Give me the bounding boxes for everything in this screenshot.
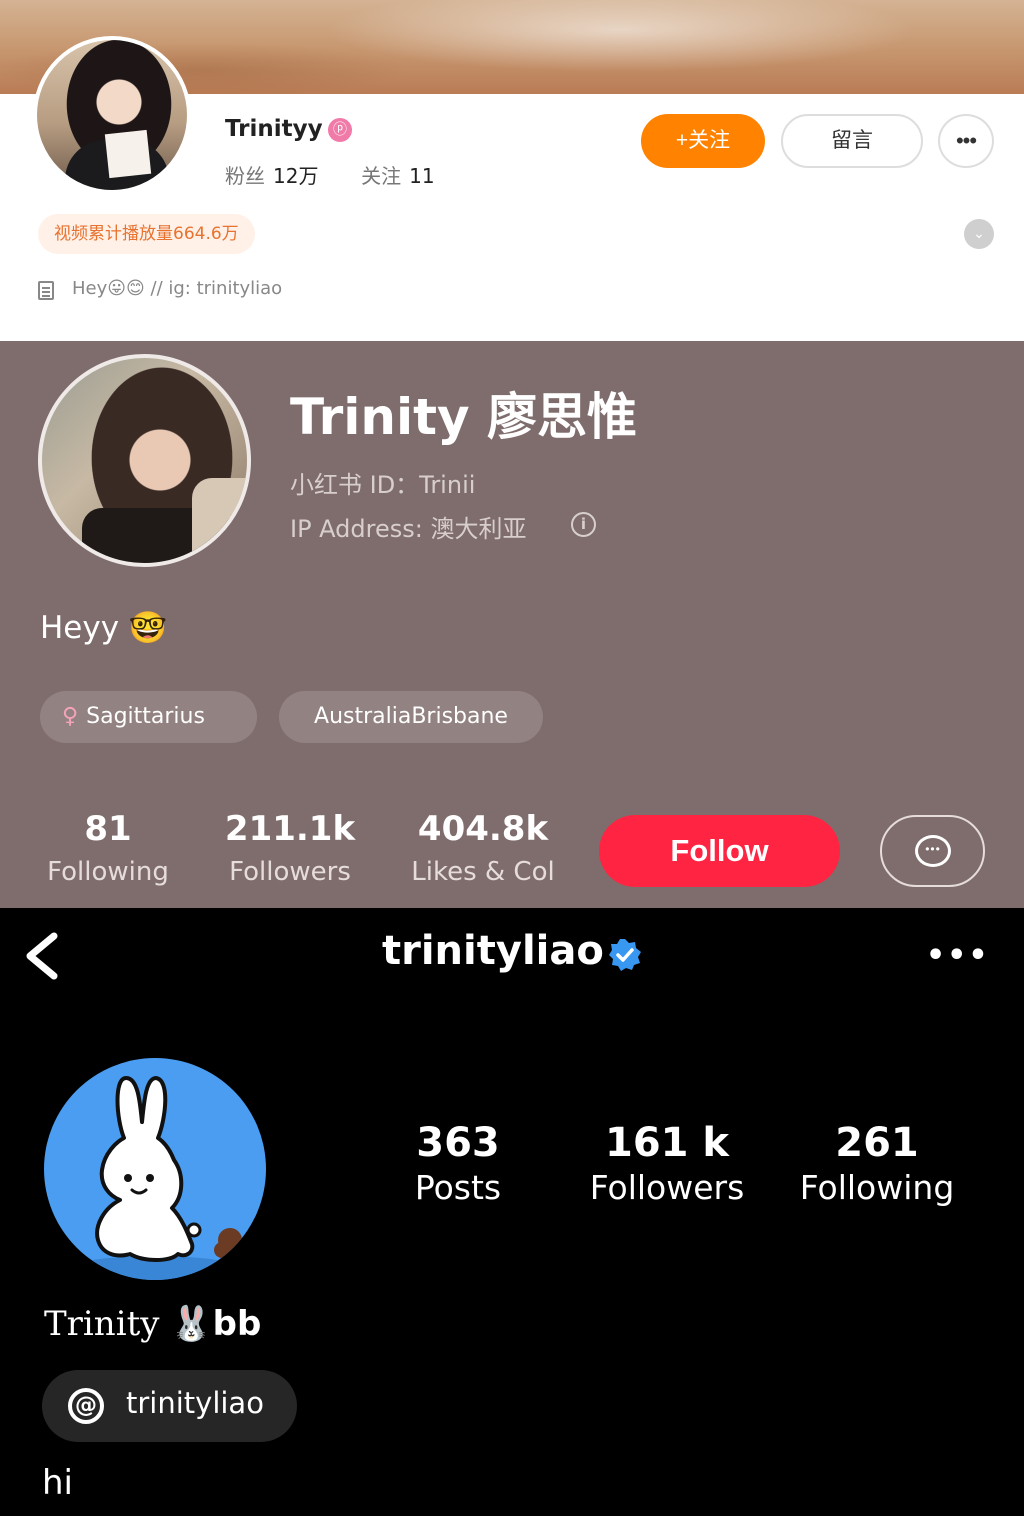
stat-label: Posts (414, 1168, 502, 1207)
document-icon (38, 281, 54, 300)
xhs-display-name: Trinity 廖思惟 (290, 388, 638, 446)
stat-value: 404.8k (417, 809, 549, 849)
tag-zodiac: ♀ Sagittarius (40, 691, 257, 743)
instagram-username: trinityliao (382, 928, 604, 974)
female-icon: ♀ (62, 704, 79, 729)
vip-badge-icon[interactable]: ⓟ (328, 118, 352, 142)
following-label: 关注 (361, 164, 402, 188)
stat-value: 81 (84, 809, 132, 849)
full-name-text: Trinity (44, 1304, 160, 1344)
chat-button[interactable]: ••• (880, 815, 985, 887)
xhs-bio: Heyy 🤓 (40, 610, 168, 646)
weibo-avatar[interactable] (33, 36, 191, 194)
xhs-avatar[interactable] (38, 354, 251, 567)
instagram-profile-section: trinityliao ••• 363 Posts 161 k Follower… (0, 908, 1024, 1516)
following-count[interactable]: 11 (409, 164, 434, 188)
follow-button[interactable]: +关注 (641, 114, 765, 168)
instagram-full-name: Trinity 🐰bb (44, 1304, 261, 1344)
weibo-bio: Hey😛😊 // ig: trinityliao (72, 278, 283, 299)
stat-label: Following (47, 857, 169, 887)
stat-followers[interactable]: 211.1k Followers (218, 809, 362, 887)
stat-label: Following (799, 1168, 955, 1207)
xiaohongshu-profile-section: Trinity 廖思惟 小红书 ID：Trinii IP Address: 澳大… (0, 341, 1024, 908)
stat-label: Likes & Col (411, 857, 555, 887)
stat-followers[interactable]: 161 k Followers (578, 1120, 756, 1207)
info-icon[interactable]: i (571, 512, 596, 537)
instagram-avatar[interactable] (44, 1058, 266, 1280)
threads-username: trinityliao (126, 1386, 264, 1420)
stat-posts[interactable]: 363 Posts (396, 1120, 520, 1207)
xhs-ip-address: IP Address: 澳大利亚 (290, 515, 527, 543)
instagram-bio: hi (42, 1463, 73, 1503)
xhs-id: 小红书 ID：Trinii (290, 471, 476, 499)
weibo-profile-section: Trinityy ⓟ 粉丝 12万 关注 11 +关注 留言 ••• 视频累计播放量… (0, 0, 1024, 341)
avatar-paper (104, 129, 152, 179)
bunny-illustration (65, 1076, 245, 1280)
stat-value: 161 k (604, 1120, 730, 1166)
stat-likes-collections[interactable]: 404.8k Likes & Col (400, 809, 566, 887)
video-views-chip: 视频累计播放量664.6万 (38, 214, 255, 254)
stat-label: Followers (229, 857, 351, 887)
followers-count[interactable]: 12万 (273, 164, 318, 188)
followers-label: 粉丝 (225, 164, 265, 188)
threads-link-button[interactable]: @ trinityliao (42, 1370, 297, 1442)
stat-label: Followers (589, 1168, 745, 1207)
weibo-stats: 粉丝 12万 关注 11 (225, 160, 435, 189)
chevron-down-icon[interactable]: ⌄ (964, 219, 994, 249)
follow-button[interactable]: Follow (599, 815, 840, 887)
verified-badge-icon (609, 939, 641, 971)
stat-value: 261 (835, 1120, 919, 1166)
stat-value: 211.1k (224, 809, 356, 849)
avatar-jacket (192, 478, 247, 563)
weibo-username: Trinityy (225, 116, 323, 142)
more-options-icon[interactable]: ••• (926, 938, 990, 973)
tag-location: AustraliaBrisbane (279, 691, 543, 743)
message-button[interactable]: 留言 (781, 114, 923, 168)
more-options-icon[interactable]: ••• (938, 114, 994, 168)
full-name-suffix: bb (212, 1304, 262, 1344)
stat-following[interactable]: 81 Following (38, 809, 178, 887)
threads-icon: @ (68, 1388, 104, 1424)
stat-value: 363 (416, 1120, 500, 1166)
back-arrow-icon[interactable] (20, 928, 64, 984)
chat-bubble-icon: ••• (915, 835, 951, 867)
bunny-emoji-icon: 🐰 (170, 1304, 213, 1344)
stat-following[interactable]: 261 Following (786, 1120, 968, 1207)
tag-label: Sagittarius (86, 704, 205, 729)
